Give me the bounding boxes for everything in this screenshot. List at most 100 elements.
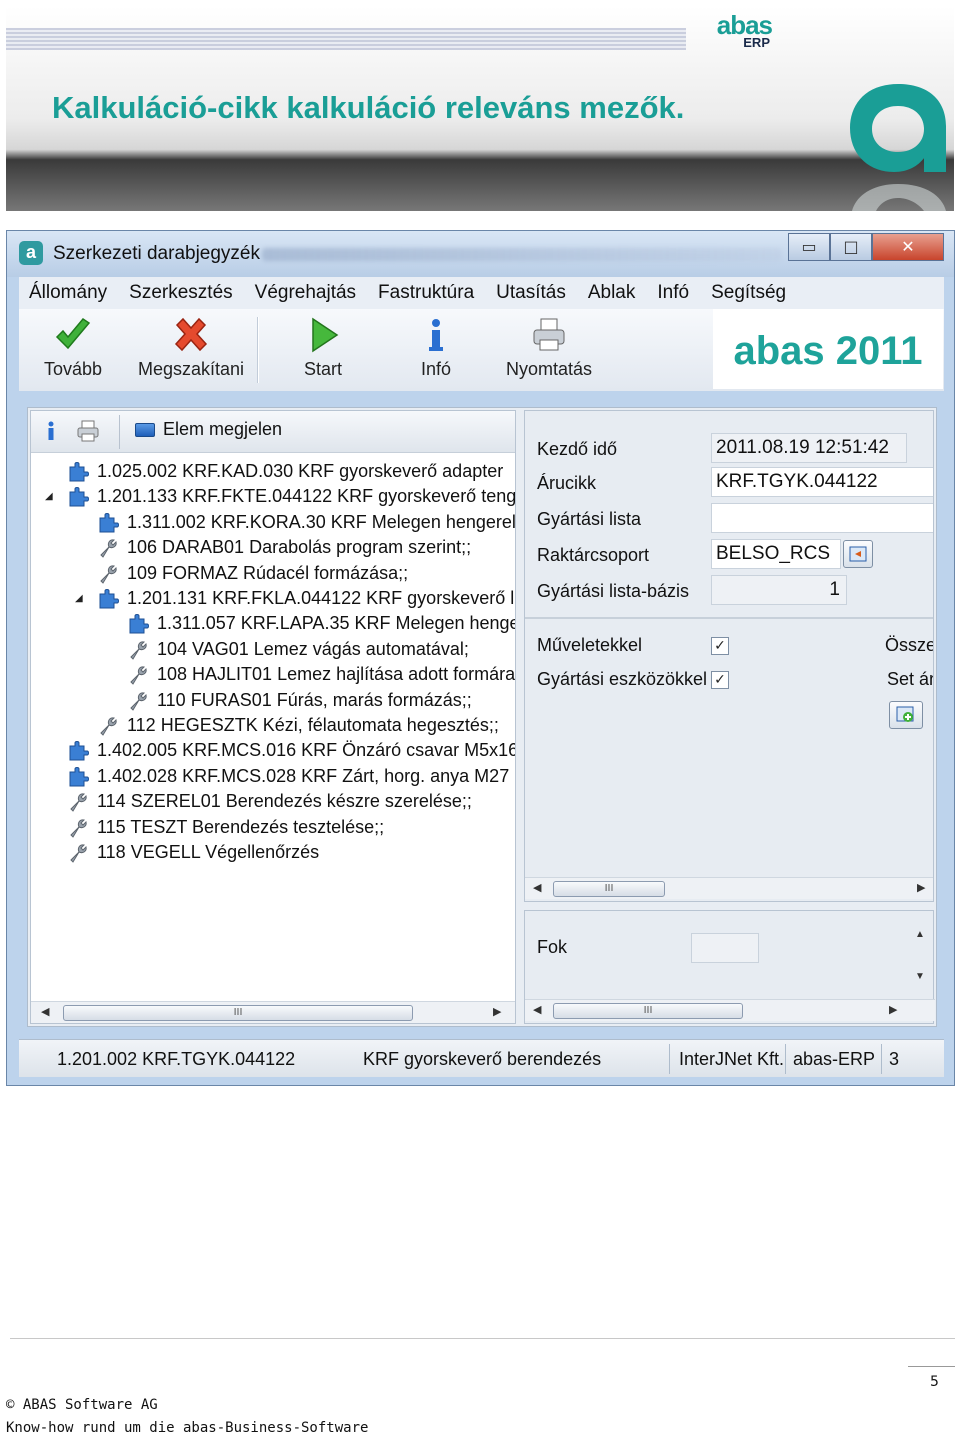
scroll-right-icon[interactable]: ▶	[493, 1005, 501, 1018]
scroll-down-icon[interactable]: ▼	[915, 971, 925, 982]
wrench-icon	[130, 666, 147, 685]
menu-szerkesztes[interactable]: Szerkesztés	[129, 282, 232, 304]
tree-node[interactable]: 1.311.057 KRF.LAPA.35 KRF Melegen henger	[31, 611, 515, 636]
fok-scroll-left-icon[interactable]: ◀	[533, 1003, 541, 1016]
tree-node[interactable]: ◢ 1.201.131 KRF.FKLA.044122 KRF gyorskeve…	[31, 586, 515, 611]
form-divider	[525, 617, 933, 619]
tree-node-label: 115 TESZT Berendezés tesztelése;;	[97, 816, 385, 837]
nyomtatas-button[interactable]: Nyomtatás	[501, 315, 597, 387]
abas-erp-logo: abas ERP	[690, 10, 773, 52]
kezdo-ido-field[interactable]: 2011.08.19 12:51:42	[711, 433, 907, 463]
info-small-icon[interactable]	[45, 421, 57, 441]
menu-ablak[interactable]: Ablak	[588, 282, 636, 304]
status-separator	[881, 1044, 882, 1074]
tree-node[interactable]: 104 VAG01 Lemez vágás automatával;	[31, 637, 515, 662]
wrench-icon	[100, 539, 117, 558]
title-bar[interactable]: a Szerkezeti darabjegyzék ▭ □ ✕	[7, 231, 954, 277]
puzzle-icon	[99, 512, 119, 533]
window-title: Szerkezeti darabjegyzék	[53, 243, 260, 264]
tree-node[interactable]: 118 VEGELL Végellenőrzés	[31, 840, 515, 865]
minimize-button[interactable]: ▭	[788, 233, 830, 261]
printer-small-icon[interactable]	[75, 419, 101, 443]
tree-node[interactable]: 1.402.028 KRF.MCS.028 KRF Zárt, horg. an…	[31, 764, 515, 789]
gyartasi-lista-label: Gyártási lista	[537, 509, 642, 529]
status-company: InterJNet Kft.	[679, 1049, 785, 1069]
tree-node[interactable]: 106 DARAB01 Darabolás program szerint;;	[31, 535, 515, 560]
raktarcsoport-lookup-button[interactable]	[843, 540, 873, 568]
start-button[interactable]: Start	[293, 315, 353, 387]
status-separator	[785, 1044, 786, 1074]
abas-2011-logo: abas 2011	[713, 309, 943, 389]
form-scroll-left-icon[interactable]: ◀	[533, 881, 541, 894]
window-small-icon	[135, 422, 155, 437]
status-description: KRF gyorskeverő berendezés	[363, 1049, 602, 1069]
wrench-icon	[100, 564, 117, 584]
fok-scroll-right-icon[interactable]: ▶	[889, 1003, 897, 1016]
arucikk-field[interactable]: KRF.TGYK.044122	[711, 467, 933, 497]
slide-header: abas ERP Kalkuláció-cikk kalkuláció rele…	[6, 6, 954, 211]
fok-field[interactable]	[691, 933, 759, 963]
fok-scroll-thumb[interactable]: III	[553, 1003, 743, 1019]
tree-node[interactable]: 114 SZEREL01 Berendezés készre szerelése…	[31, 789, 515, 814]
wrench-icon	[130, 641, 147, 660]
slide-title: Kalkuláció-cikk kalkuláció releváns mező…	[52, 90, 685, 125]
osszes-label: Össze:	[885, 635, 933, 655]
menu-utasitas[interactable]: Utasítás	[496, 282, 566, 304]
menu-segitseg[interactable]: Segítség	[711, 282, 786, 304]
tree-node[interactable]: 115 TESZT Berendezés tesztelése;;	[31, 815, 515, 840]
raktarcsoport-label: Raktárcsoport	[537, 545, 650, 565]
tree-node[interactable]: 1.311.002 KRF.KORA.30 KRF Melegen henger…	[31, 510, 515, 535]
tree-node-label: 1.201.133 KRF.FKTE.044122 KRF gyorskever…	[97, 486, 515, 507]
title-blurred-text	[262, 248, 782, 261]
raktarcsoport-field[interactable]: BELSO_RCS	[711, 539, 841, 569]
tree-node[interactable]: 112 HEGESZTK Kézi, félautomata hegesztés…	[31, 713, 515, 738]
tree-node-label: 1.402.005 KRF.MCS.016 KRF Önzáró csavar …	[97, 740, 515, 761]
megszakitani-button[interactable]: Megszakítani	[131, 315, 251, 387]
tree-node-label: 109 FORMAZ Rúdacél formázása;;	[127, 562, 409, 583]
add-set-button[interactable]	[889, 701, 923, 729]
gyartasi-lista-bazis-field[interactable]: 1	[711, 575, 847, 605]
content-area: Elem megjelen 1.025.002 KRF.KAD.030 KRF …	[27, 407, 937, 1027]
page-number-rule	[908, 1366, 955, 1367]
add-icon	[896, 706, 914, 722]
maximize-button[interactable]: □	[830, 233, 872, 261]
puzzle-icon	[69, 487, 89, 507]
form-horizontal-scrollbar[interactable]: ◀ III ▶	[525, 877, 933, 899]
tovabb-button[interactable]: Tovább	[33, 315, 113, 387]
structure-tree-pane: Elem megjelen 1.025.002 KRF.KAD.030 KRF …	[30, 410, 516, 1024]
form-scroll-right-icon[interactable]: ▶	[917, 881, 925, 894]
gyartasi-lista-field[interactable]	[711, 503, 933, 533]
scroll-left-icon[interactable]: ◀	[41, 1005, 49, 1018]
tree-node[interactable]: 1.025.002 KRF.KAD.030 KRF gyorskeverő ad…	[31, 459, 515, 484]
muveletekkel-checkbox[interactable]: ✓	[711, 637, 729, 655]
toolbar-separator	[257, 317, 259, 383]
menu-fastruktura[interactable]: Fastruktúra	[378, 282, 474, 304]
scroll-thumb[interactable]: III	[63, 1005, 413, 1021]
tree-expander-icon[interactable]: ◢	[45, 484, 55, 509]
fok-pane: Fok ▲ ▼ ◀ III ▶	[524, 910, 935, 1024]
tree-node[interactable]: 110 FURAS01 Fúrás, marás formázás;;	[31, 688, 515, 713]
tree-node[interactable]: ◢ 1.201.133 KRF.FKTE.044122 KRF gyorskeve…	[31, 484, 515, 509]
gyartasi-eszkozokkel-checkbox[interactable]: ✓	[711, 671, 729, 689]
abas-a-logo-icon	[850, 84, 946, 211]
info-button[interactable]: Infó	[409, 315, 463, 387]
fok-horizontal-scrollbar[interactable]: ◀ III ▶	[525, 999, 935, 1021]
scroll-up-icon[interactable]: ▲	[915, 929, 925, 940]
tree-node[interactable]: 1.402.005 KRF.MCS.016 KRF Önzáró csavar …	[31, 738, 515, 763]
close-button[interactable]: ✕	[872, 233, 944, 261]
tree-horizontal-scrollbar[interactable]: ◀ III ▶	[31, 1001, 515, 1023]
tree-node-label: 114 SZEREL01 Berendezés készre szerelése…	[97, 791, 472, 812]
tree-node[interactable]: 108 HAJLIT01 Lemez hajlítása adott formá…	[31, 662, 515, 687]
tree-node[interactable]: 109 FORMAZ Rúdacél formázása;;	[31, 561, 515, 586]
tree-expander-icon[interactable]: ◢	[75, 586, 85, 611]
printer-icon	[533, 318, 565, 351]
wrench-icon	[70, 818, 87, 838]
status-separator	[669, 1044, 670, 1074]
menu-info[interactable]: Infó	[657, 282, 689, 304]
form-scroll-thumb[interactable]: III	[553, 881, 665, 897]
show-element-button[interactable]: Elem megjelen	[135, 419, 282, 440]
menu-vegrehajtas[interactable]: Végrehajtás	[255, 282, 356, 304]
menu-allomany[interactable]: Állomány	[29, 282, 107, 304]
tree-node-label: 1.025.002 KRF.KAD.030 KRF gyorskeverő ad…	[97, 461, 504, 481]
play-icon	[312, 317, 339, 353]
